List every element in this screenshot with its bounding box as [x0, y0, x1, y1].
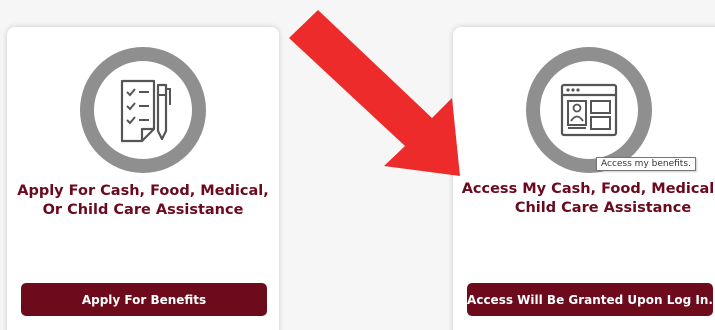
access-icon-ring[interactable] — [526, 47, 652, 173]
benefits-page: Apply For Cash, Food, Medical, Or Child … — [0, 0, 715, 330]
access-card-title: Access My Cash, Food, Medical, Or Child … — [461, 181, 715, 216]
access-benefits-tooltip: Access my benefits. — [596, 157, 696, 171]
apply-icon-ring — [80, 47, 206, 173]
access-granted-upon-login-button[interactable]: Access Will Be Granted Upon Log In. — [467, 283, 713, 316]
apply-icon-background — [94, 61, 192, 159]
apply-benefits-card: Apply For Cash, Food, Medical, Or Child … — [7, 27, 279, 330]
access-icon-background — [540, 61, 638, 159]
apply-for-benefits-button[interactable]: Apply For Benefits — [21, 283, 267, 316]
web-profile-window-icon — [560, 83, 618, 137]
apply-card-title: Apply For Cash, Food, Medical, Or Child … — [17, 183, 269, 218]
access-benefits-card: Access My Cash, Food, Medical, Or Child … — [453, 27, 715, 330]
checklist-pen-icon — [120, 79, 171, 143]
